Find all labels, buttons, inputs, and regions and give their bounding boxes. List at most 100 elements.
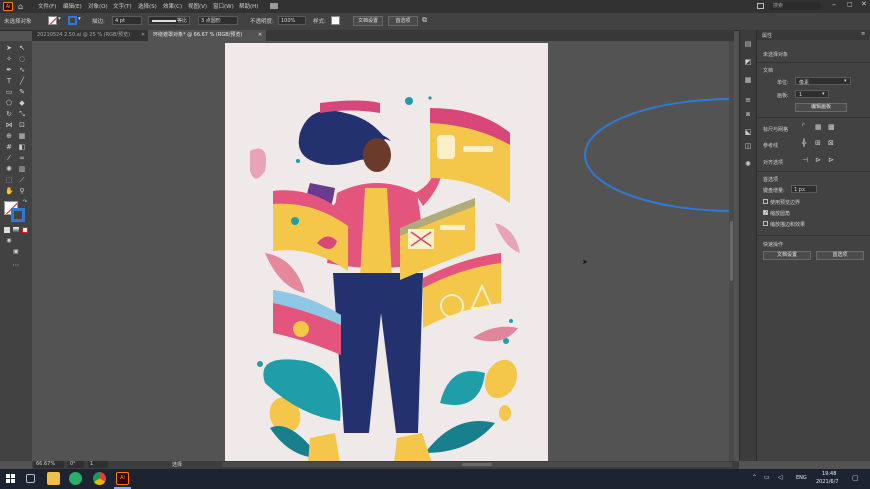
zoom-tool-icon[interactable]: ⚲ xyxy=(18,187,26,195)
edit-artboards-button[interactable]: 编辑画板 xyxy=(795,103,847,112)
menu-edit[interactable]: 编辑(E) xyxy=(63,2,82,10)
menu-window[interactable]: 窗口(W) xyxy=(213,2,234,10)
transparency-icon[interactable]: ◫ xyxy=(743,142,753,151)
arrange-icon[interactable] xyxy=(757,3,764,9)
fill-swatch[interactable] xyxy=(48,16,57,25)
lasso-icon[interactable]: ◌ xyxy=(18,55,26,63)
menu-view[interactable]: 视图(V) xyxy=(188,2,207,10)
blend-tool-icon[interactable]: ∞ xyxy=(18,154,26,162)
snap-pixel-icon[interactable]: ⊳ xyxy=(828,156,834,164)
direct-selection-icon[interactable]: ↖ xyxy=(18,44,26,52)
snap-point-icon[interactable]: ⊣ xyxy=(802,156,808,164)
checkbox-preview-bounds[interactable] xyxy=(763,199,768,204)
eyedropper-icon[interactable]: ⁄ xyxy=(5,154,13,162)
scale-tool-icon[interactable]: ⤡ xyxy=(18,110,26,118)
properties-icon[interactable]: ▤ xyxy=(743,40,753,49)
document-setup-button[interactable]: 文档设置 xyxy=(353,16,383,26)
curvature-icon[interactable]: ∿ xyxy=(18,66,26,74)
scrollbar-thumb[interactable] xyxy=(730,221,733,281)
free-transform-icon[interactable]: ⊡ xyxy=(18,121,26,129)
arrange-documents-icon[interactable]: ⧉ xyxy=(422,16,427,25)
stroke-color-box[interactable] xyxy=(11,208,25,222)
tab-document-2[interactable]: 环绕遮罩对象* @ 66.67 % (RGB/预览) xyxy=(148,30,266,41)
notifications-icon[interactable]: ▢ xyxy=(852,474,859,482)
pathfinder-icon[interactable]: ⧈ xyxy=(743,110,753,119)
keyboard-increment-field[interactable]: 1 px xyxy=(791,185,817,193)
tab-document-1[interactable]: 20210524 2.50.ai @ 25 % (RGB/预览) xyxy=(32,30,147,41)
more-tools-icon[interactable]: ⋯ xyxy=(12,261,20,269)
hand-tool-icon[interactable]: ✋ xyxy=(5,187,14,195)
appearance-icon[interactable]: ✺ xyxy=(743,160,753,169)
menu-file[interactable]: 文件(F) xyxy=(38,2,56,10)
chevron-down-icon[interactable]: ▾ xyxy=(58,16,61,22)
file-explorer-icon[interactable] xyxy=(47,472,60,485)
color-mode-icon[interactable] xyxy=(4,227,10,233)
wechat-icon[interactable] xyxy=(69,472,82,485)
align-icon[interactable]: ≡ xyxy=(743,96,753,105)
menu-help[interactable]: 帮助(H) xyxy=(239,2,258,10)
close-tab-icon[interactable]: ✕ xyxy=(258,32,262,38)
volume-icon[interactable]: ◁ xyxy=(778,474,783,481)
checkbox-scale-corners[interactable]: ✓ xyxy=(763,210,768,216)
quick-preferences-button[interactable]: 首选项 xyxy=(816,251,864,260)
brush-definition[interactable]: 等比 xyxy=(148,16,190,25)
input-language[interactable]: ENG xyxy=(796,475,807,481)
canvas-area[interactable]: ➤ xyxy=(32,41,734,461)
search-field[interactable]: 搜索 xyxy=(769,2,821,10)
magic-wand-icon[interactable]: ✧ xyxy=(5,55,13,63)
none-mode-icon[interactable] xyxy=(22,227,28,233)
shape-builder-icon[interactable]: ⊕ xyxy=(5,132,13,140)
clock-date[interactable]: 2021/6/7 xyxy=(816,479,838,485)
illustrator-taskbar-icon[interactable]: Ai xyxy=(116,472,129,485)
close-tab-icon[interactable]: ✕ xyxy=(141,32,145,38)
tray-up-icon[interactable]: ⌃ xyxy=(752,474,757,481)
layers-icon[interactable]: ◩ xyxy=(743,58,753,67)
eraser-icon[interactable]: ◆ xyxy=(18,99,26,107)
units-dropdown[interactable]: 像素 ▾ xyxy=(795,77,851,86)
screen-mode-icon[interactable]: ▣ xyxy=(12,248,20,256)
shaper-icon[interactable]: ⬠ xyxy=(5,99,13,107)
symbol-sprayer-icon[interactable]: ✺ xyxy=(5,165,13,173)
opacity-field[interactable]: 100% xyxy=(278,16,306,25)
rulers-icon[interactable]: ⌜ xyxy=(802,123,805,131)
artboard-nav-field[interactable]: 1 xyxy=(88,461,108,468)
menu-effect[interactable]: 效果(C) xyxy=(163,2,182,10)
vertical-scrollbar[interactable] xyxy=(729,41,734,461)
rectangle-tool-icon[interactable]: ▭ xyxy=(5,88,13,96)
windows-start-icon[interactable] xyxy=(6,474,16,484)
horizontal-scrollbar[interactable] xyxy=(222,462,732,467)
snap-grid-icon[interactable]: ⊳ xyxy=(815,156,821,164)
menu-select[interactable]: 选择(S) xyxy=(138,2,157,10)
menu-object[interactable]: 对象(O) xyxy=(88,2,108,10)
stroke-swatch[interactable] xyxy=(68,16,77,25)
checkbox-scale-strokes[interactable] xyxy=(763,221,768,226)
close-icon[interactable]: ✕ xyxy=(861,0,867,8)
artboard-dropdown[interactable]: 1 ▾ xyxy=(795,90,829,98)
panel-menu-icon[interactable]: ≡ xyxy=(861,31,865,37)
graph-tool-icon[interactable]: ▥ xyxy=(18,165,26,173)
artboard[interactable] xyxy=(225,43,548,461)
clock-time[interactable]: 19:48 xyxy=(822,471,836,477)
workspace-switcher-icon[interactable] xyxy=(270,3,278,9)
rotate-tool-icon[interactable]: ↻ xyxy=(5,110,13,118)
transform-icon[interactable]: ⬕ xyxy=(743,128,753,137)
task-view-icon[interactable] xyxy=(26,474,35,483)
perspective-grid-icon[interactable]: ▦ xyxy=(18,132,26,140)
artboard-tool-icon[interactable]: ⬚ xyxy=(5,176,13,184)
variable-width-profile[interactable]: 3 点圆形 xyxy=(198,16,238,25)
pixel-grid-icon[interactable]: ▩ xyxy=(828,123,835,131)
grid-icon[interactable]: ▦ xyxy=(815,123,822,131)
lock-guides-icon[interactable]: ⊞ xyxy=(815,139,821,147)
panel-title[interactable]: 属性 xyxy=(762,32,772,39)
chevron-down-icon[interactable]: ▾ xyxy=(78,16,81,22)
style-swatch[interactable] xyxy=(331,16,340,25)
line-tool-icon[interactable]: ╱ xyxy=(18,77,26,85)
home-icon[interactable]: ⌂ xyxy=(18,2,27,11)
selection-tool-icon[interactable]: ➤ xyxy=(5,44,13,52)
menu-type[interactable]: 文字(T) xyxy=(113,2,132,10)
paintbrush-icon[interactable]: ✎ xyxy=(18,88,26,96)
stroke-weight-field[interactable]: 4 pt xyxy=(112,16,142,25)
quick-document-setup-button[interactable]: 文档设置 xyxy=(763,251,811,260)
swap-colors-icon[interactable]: ↷ xyxy=(21,198,29,206)
minimize-icon[interactable]: – xyxy=(832,0,836,9)
